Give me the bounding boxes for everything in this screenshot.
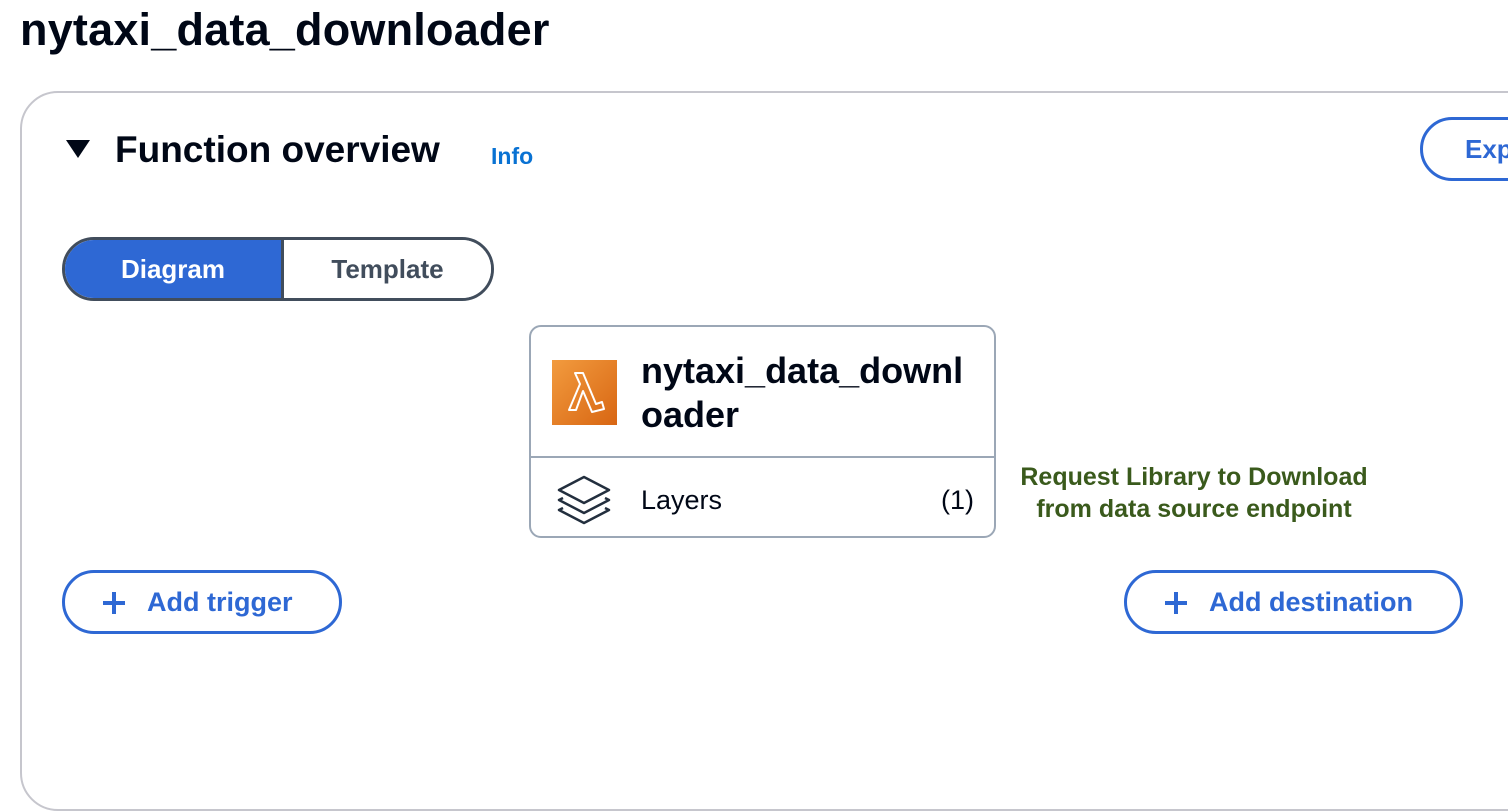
export-button[interactable]: Exp xyxy=(1420,117,1508,181)
function-card[interactable]: nytaxi_data_downloader Layers (1) xyxy=(529,325,996,538)
annotation-line-1: Request Library to Download xyxy=(1020,463,1368,491)
add-destination-label: Add destination xyxy=(1209,587,1413,617)
function-name[interactable]: nytaxi_data_downloader xyxy=(641,349,971,437)
view-toggle: Diagram Template xyxy=(62,237,494,301)
add-destination-button[interactable]: Add destination xyxy=(1124,570,1463,634)
collapse-caret-icon[interactable] xyxy=(66,140,90,158)
add-trigger-button[interactable]: Add trigger xyxy=(62,570,342,634)
section-title: Function overview xyxy=(115,129,440,170)
template-tab[interactable]: Template xyxy=(284,240,491,298)
add-trigger-label: Add trigger xyxy=(147,587,293,617)
layers-label[interactable]: Layers xyxy=(641,482,722,518)
layers-icon xyxy=(553,473,615,529)
annotation-line-2: from data source endpoint xyxy=(1036,495,1352,523)
page-title: nytaxi_data_downloader xyxy=(20,4,550,55)
plus-icon xyxy=(103,592,125,614)
diagram-tab[interactable]: Diagram xyxy=(65,240,284,298)
annotation-text: Request Library to Download from data so… xyxy=(1000,461,1388,525)
info-link[interactable]: Info xyxy=(491,140,533,172)
plus-icon xyxy=(1165,592,1187,614)
card-divider xyxy=(531,456,994,458)
lambda-icon xyxy=(552,360,617,425)
layers-count: (1) xyxy=(941,485,974,515)
